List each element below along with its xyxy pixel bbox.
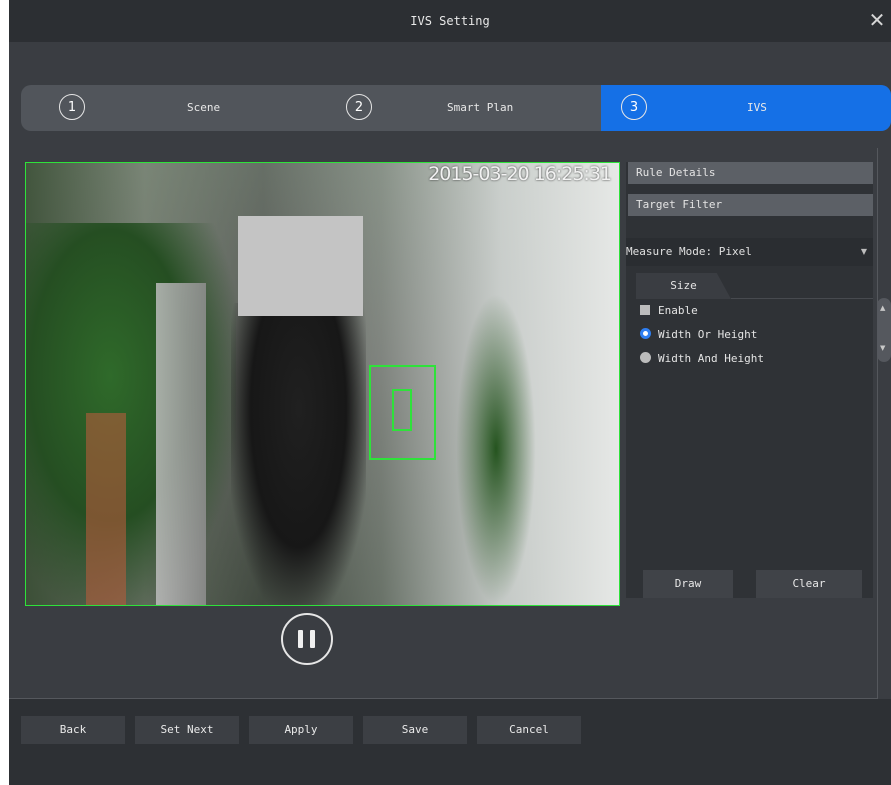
footer-bar: Back Set Next Apply Save Cancel bbox=[9, 699, 891, 785]
step-ivs[interactable]: 3 IVS bbox=[601, 85, 891, 131]
draw-button[interactable]: Draw bbox=[643, 570, 733, 598]
title-bar: IVS Setting ✕ bbox=[9, 0, 891, 42]
cancel-button[interactable]: Cancel bbox=[477, 716, 581, 744]
measure-mode-select[interactable]: Measure Mode: Pixel ▼ bbox=[626, 238, 873, 266]
step-number: 1 bbox=[59, 94, 85, 120]
step-label: Smart Plan bbox=[447, 101, 514, 114]
step-number: 2 bbox=[346, 94, 372, 120]
pause-icon bbox=[310, 630, 315, 648]
enable-label: Enable bbox=[658, 304, 698, 317]
pause-button[interactable] bbox=[281, 613, 333, 665]
step-smart-plan[interactable]: 2 Smart Plan bbox=[311, 85, 601, 131]
back-button[interactable]: Back bbox=[21, 716, 125, 744]
main-content: 2015-03-20 16:25:31 Rule Details Target … bbox=[9, 148, 891, 699]
enable-checkbox[interactable]: Enable bbox=[640, 303, 698, 319]
privacy-mask bbox=[238, 216, 363, 316]
step-label: Scene bbox=[187, 101, 221, 114]
checkbox-icon bbox=[640, 305, 650, 315]
panel-scrollbar[interactable]: ▲ ▼ bbox=[877, 298, 891, 362]
window-title: IVS Setting bbox=[410, 14, 490, 28]
radio-selected-icon bbox=[640, 328, 651, 339]
target-min-size-box[interactable] bbox=[392, 389, 412, 431]
scene-plant-right bbox=[456, 293, 536, 605]
scene-partition bbox=[156, 283, 206, 605]
tab-divider bbox=[731, 298, 873, 299]
radio-icon bbox=[640, 352, 651, 363]
ivs-setting-window: IVS Setting ✕ 1 Scene 2 Smart Plan 3 IVS… bbox=[9, 0, 891, 785]
set-next-button[interactable]: Set Next bbox=[135, 716, 239, 744]
width-or-height-label: Width Or Height bbox=[658, 328, 758, 341]
step-label: IVS bbox=[747, 101, 767, 114]
target-filter-header[interactable]: Target Filter bbox=[628, 194, 873, 216]
video-preview[interactable]: 2015-03-20 16:25:31 bbox=[25, 162, 620, 606]
clear-button[interactable]: Clear bbox=[756, 570, 862, 598]
rule-details-header[interactable]: Rule Details bbox=[628, 162, 873, 184]
apply-button[interactable]: Apply bbox=[249, 716, 353, 744]
tab-size[interactable]: Size bbox=[636, 273, 731, 299]
scene-partition-red bbox=[86, 413, 126, 605]
measure-mode-value: Measure Mode: Pixel bbox=[626, 245, 752, 258]
scroll-down-icon: ▼ bbox=[880, 344, 886, 352]
rule-panel: Rule Details Target Filter Measure Mode:… bbox=[626, 162, 873, 598]
step-progress-bar: 1 Scene 2 Smart Plan 3 IVS bbox=[21, 85, 891, 131]
close-icon[interactable]: ✕ bbox=[867, 10, 887, 30]
radio-width-or-height[interactable]: Width Or Height bbox=[640, 327, 757, 343]
save-button[interactable]: Save bbox=[363, 716, 467, 744]
video-timestamp: 2015-03-20 16:25:31 bbox=[428, 163, 612, 185]
scroll-up-icon: ▲ bbox=[880, 304, 886, 312]
step-number: 3 bbox=[621, 94, 647, 120]
scene-person bbox=[231, 303, 366, 605]
chevron-down-icon: ▼ bbox=[860, 247, 867, 256]
pause-icon bbox=[298, 630, 303, 648]
radio-width-and-height[interactable]: Width And Height bbox=[640, 351, 764, 367]
width-and-height-label: Width And Height bbox=[658, 352, 764, 365]
step-scene[interactable]: 1 Scene bbox=[21, 85, 311, 131]
filter-tabs: Size bbox=[636, 273, 873, 299]
